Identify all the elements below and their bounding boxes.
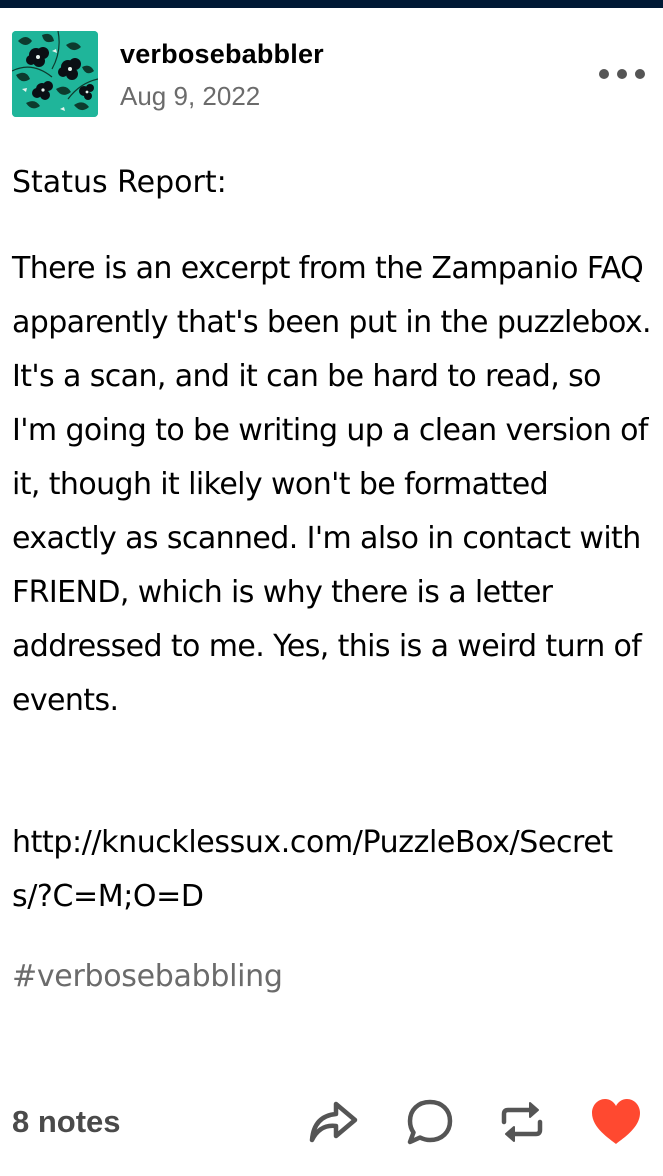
top-bar — [0, 0, 663, 8]
post-header: verbosebabbler Aug 9, 2022 — [12, 31, 652, 119]
more-options-icon[interactable] — [597, 63, 647, 85]
share-icon[interactable] — [306, 1094, 362, 1150]
reply-icon[interactable] — [402, 1094, 458, 1150]
post-tag[interactable]: #verbosebabbling — [12, 950, 283, 1004]
status-title: Status Report: — [12, 165, 227, 200]
post-footer: 8 notes — [12, 1094, 652, 1154]
like-icon[interactable] — [588, 1094, 644, 1150]
post-date[interactable]: Aug 9, 2022 — [120, 81, 260, 112]
reblog-icon[interactable] — [494, 1094, 550, 1150]
avatar[interactable] — [12, 31, 98, 117]
notes-count[interactable]: 8 notes — [12, 1104, 121, 1140]
post-link: http://knucklessux.com/PuzzleBox/Secrets… — [12, 825, 613, 914]
post-body: There is an excerpt from the Zampanio FA… — [12, 251, 652, 718]
username[interactable]: verbosebabbler — [120, 39, 324, 70]
